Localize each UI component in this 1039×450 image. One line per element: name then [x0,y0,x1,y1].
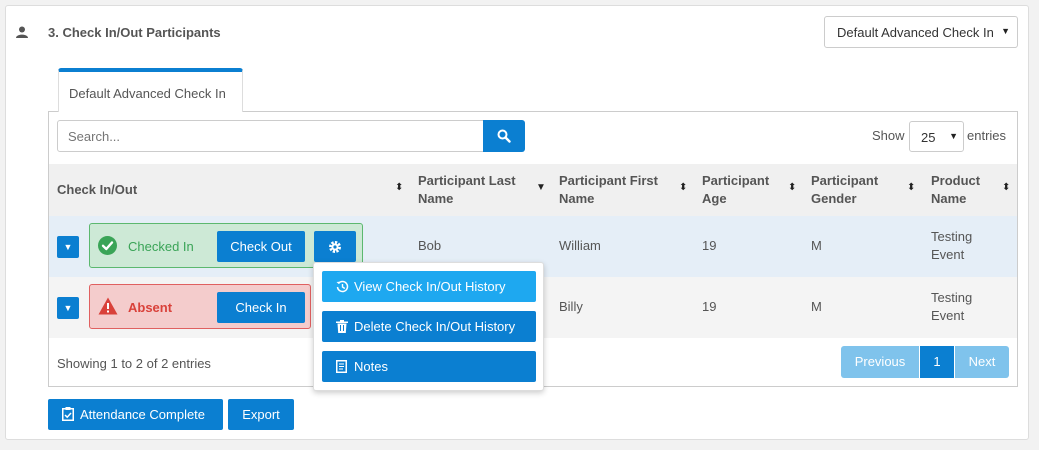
search-input[interactable] [57,120,484,152]
delete-history-label: Delete Check In/Out History [354,319,516,334]
pagination-page-1[interactable]: 1 [920,346,954,378]
cell-product-line1: Testing [931,290,973,305]
status-text: Absent [128,300,173,315]
view-history-menu-item[interactable]: View Check In/Out History [322,271,536,302]
cell-product-line2: Event [931,247,965,262]
col-product-line2: Name [931,191,967,206]
check-circle-icon [98,236,117,255]
col-age-line2: Age [702,191,727,206]
show-label: Show [872,128,905,143]
cell-product: Testing Event [931,289,972,325]
cell-first-name: Billy [559,299,583,314]
col-age[interactable]: Participant Age [702,172,769,208]
sort-icon[interactable]: ⬍ [907,182,915,193]
col-age-line1: Participant [702,173,770,188]
expand-row-button[interactable]: ▼ [57,297,79,319]
col-last-name-line1: Participant Last [418,173,516,188]
entries-per-page-select[interactable]: 25 ▼ [909,121,964,152]
cell-product-line1: Testing [931,229,973,244]
user-icon [16,26,28,38]
cell-gender: M [811,238,822,253]
col-first-name-line1: Participant First [559,173,658,188]
tab-default-advanced-check-in[interactable]: Default Advanced Check In [58,68,243,112]
settings-button[interactable] [314,231,356,262]
caret-down-icon: ▼ [949,131,958,141]
sort-icon[interactable]: ⬍ [679,182,687,193]
notes-icon [336,360,347,373]
col-last-name[interactable]: Participant Last Name [418,172,516,208]
col-gender[interactable]: Participant Gender [811,172,878,208]
cell-product: Testing Event [931,228,972,264]
sort-icon[interactable]: ⬍ [1002,182,1010,193]
col-check-in-out[interactable]: Check In/Out [57,181,137,199]
mode-select-value: Default Advanced Check In [837,25,994,40]
status-box-absent: Absent Check In [89,284,311,329]
col-first-name[interactable]: Participant First Name [559,172,658,208]
attendance-complete-label: Attendance Complete [80,407,206,422]
cell-first-name: William [559,238,601,253]
cell-age: 19 [702,238,717,253]
notes-label: Notes [354,359,388,374]
col-product-line1: Product [931,173,981,188]
cell-last-name: Bob [418,238,442,253]
search-icon [497,129,511,143]
pagination-previous[interactable]: Previous [841,346,919,378]
gear-icon [329,241,341,253]
export-button[interactable]: Export [228,399,294,430]
caret-down-icon: ▼ [1001,26,1010,36]
col-product[interactable]: Product Name [931,172,980,208]
section-title: 3. Check In/Out Participants [48,25,221,40]
trash-icon [336,320,348,333]
col-first-name-line2: Name [559,191,595,206]
table-header: Check In/Out ⬍ Participant Last Name ▼ Pa… [49,164,1017,216]
sort-icon[interactable]: ⬍ [788,182,796,193]
entries-per-page-value: 25 [921,130,936,145]
cell-age: 19 [702,299,717,314]
check-out-button[interactable]: Check Out [217,231,305,262]
warning-icon [98,297,118,315]
clipboard-check-icon [62,407,74,421]
check-in-button[interactable]: Check In [217,292,305,323]
pagination-next[interactable]: Next [955,346,1009,378]
col-gender-line1: Participant [811,173,879,188]
col-last-name-line2: Name [418,191,454,206]
sort-icon[interactable]: ⬍ [395,182,403,193]
table-info: Showing 1 to 2 of 2 entries [57,356,211,371]
history-icon [336,280,349,293]
status-text: Checked In [128,239,194,254]
entries-label: entries [967,128,1007,143]
check-in-mode-select[interactable]: Default Advanced Check In ▼ [824,16,1018,48]
view-history-label: View Check In/Out History [354,279,506,294]
search-button[interactable] [483,120,525,152]
cell-product-line2: Event [931,308,965,323]
cell-gender: M [811,299,822,314]
notes-menu-item[interactable]: Notes [322,351,536,382]
attendance-complete-button[interactable]: Attendance Complete [48,399,223,430]
delete-history-menu-item[interactable]: Delete Check In/Out History [322,311,536,342]
sort-desc-icon[interactable]: ▼ [536,182,546,193]
expand-row-button[interactable]: ▼ [57,236,79,258]
col-gender-line2: Gender [811,191,857,206]
settings-dropdown-menu: View Check In/Out History Delete Check I… [313,262,544,391]
